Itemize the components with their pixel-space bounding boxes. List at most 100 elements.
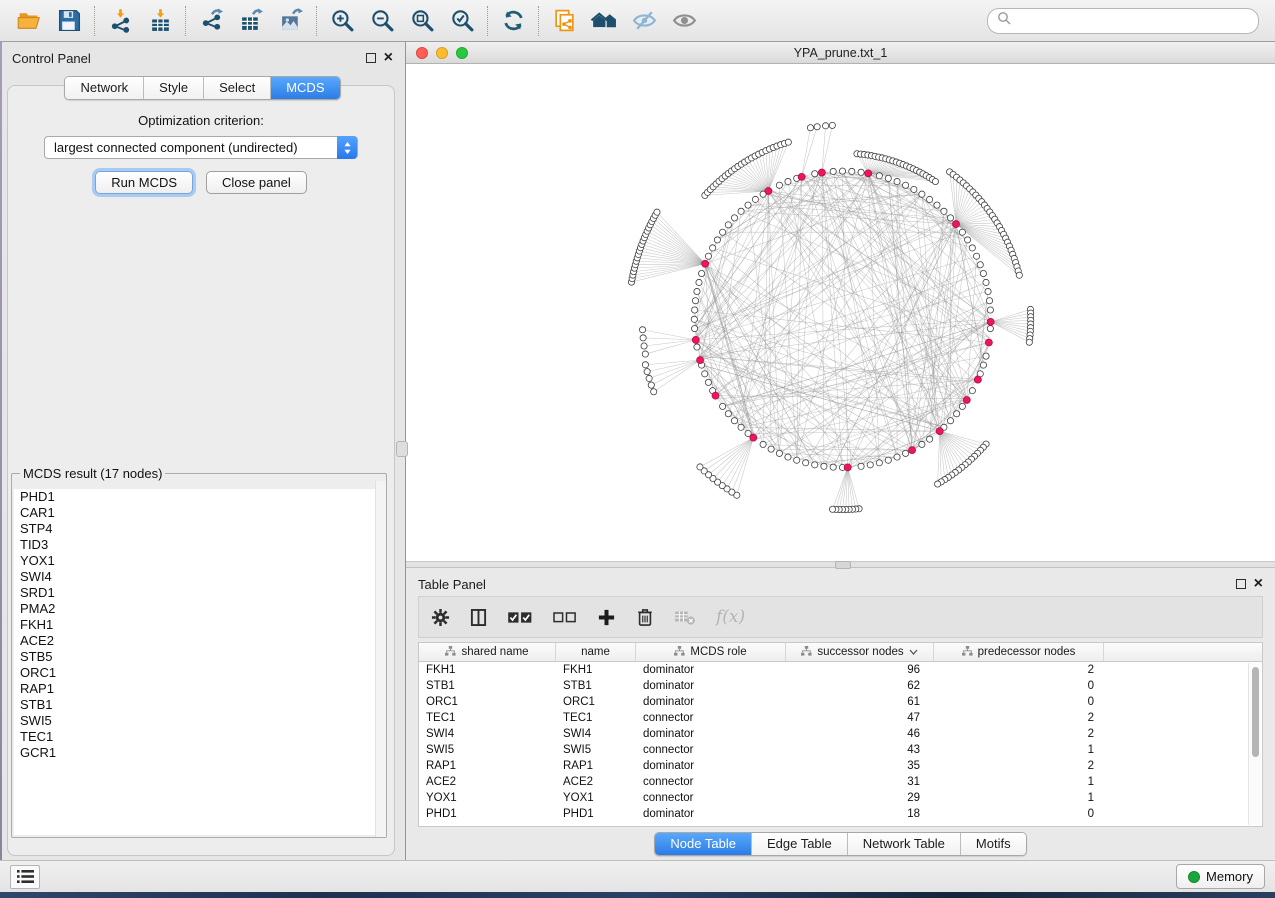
graph-node[interactable] xyxy=(959,230,965,236)
graph-node[interactable] xyxy=(692,326,698,332)
graph-node[interactable] xyxy=(776,451,782,457)
maximize-window-icon[interactable] xyxy=(456,47,468,59)
mcds-result-node[interactable]: TID3 xyxy=(14,537,384,553)
graph-node[interactable] xyxy=(947,215,953,221)
dominator-node[interactable] xyxy=(909,447,916,454)
graph-node[interactable] xyxy=(983,353,989,359)
graph-node[interactable] xyxy=(876,173,882,179)
graph-node[interactable] xyxy=(919,442,925,448)
graph-node[interactable] xyxy=(731,215,737,221)
graph-node[interactable] xyxy=(969,245,975,251)
graph-node[interactable] xyxy=(692,298,698,304)
memory-button[interactable]: Memory xyxy=(1176,864,1265,889)
tab-mcds[interactable]: MCDS xyxy=(270,77,339,99)
mcds-result-node[interactable]: SWI4 xyxy=(14,569,384,585)
leaf-node[interactable] xyxy=(644,369,650,375)
zoom-out-icon[interactable] xyxy=(367,7,397,35)
table-tab-node-table[interactable]: Node Table xyxy=(655,833,751,855)
export-network-icon[interactable] xyxy=(196,7,226,35)
dominator-node[interactable] xyxy=(974,376,981,383)
dominator-node[interactable] xyxy=(697,357,704,364)
dominator-node[interactable] xyxy=(953,221,960,228)
graph-node[interactable] xyxy=(698,271,704,277)
vertical-splitter-handle[interactable] xyxy=(396,441,408,457)
import-table-icon[interactable] xyxy=(145,7,175,35)
dominator-node[interactable] xyxy=(750,435,757,442)
mcds-result-node[interactable]: ORC1 xyxy=(14,665,384,681)
dominator-node[interactable] xyxy=(798,174,805,181)
mcds-result-node[interactable]: TEC1 xyxy=(14,729,384,745)
dominator-node[interactable] xyxy=(818,169,825,176)
leaf-node[interactable] xyxy=(648,382,654,388)
leaf-node[interactable] xyxy=(639,327,645,333)
graph-node[interactable] xyxy=(894,454,900,460)
close-window-icon[interactable] xyxy=(416,47,428,59)
search-input[interactable] xyxy=(1016,11,1258,31)
table-row[interactable]: ACE2ACE2connector311 xyxy=(419,774,1262,790)
graph-node[interactable] xyxy=(725,222,731,228)
table-scrollbar[interactable] xyxy=(1248,663,1261,825)
mcds-result-node[interactable]: SWI5 xyxy=(14,713,384,729)
graph-node[interactable] xyxy=(987,326,993,332)
table-row[interactable]: PHD1PHD1dominator180 xyxy=(419,806,1262,822)
graph-node[interactable] xyxy=(858,464,864,470)
mcds-result-scrollbar[interactable] xyxy=(375,481,386,837)
leaf-node[interactable] xyxy=(642,351,648,357)
mcds-result-node[interactable]: FKH1 xyxy=(14,617,384,633)
graph-node[interactable] xyxy=(760,442,766,448)
graph-node[interactable] xyxy=(919,192,925,198)
graph-node[interactable] xyxy=(947,418,953,424)
leaf-node[interactable] xyxy=(829,123,835,129)
search-box[interactable] xyxy=(987,8,1259,34)
column-header-MCDS-role[interactable]: MCDS role xyxy=(636,643,786,661)
graph-node[interactable] xyxy=(821,464,827,470)
leaf-node[interactable] xyxy=(932,179,938,185)
task-history-button[interactable] xyxy=(10,865,40,889)
graph-node[interactable] xyxy=(745,202,751,208)
close-panel-button[interactable]: Close panel xyxy=(206,171,307,194)
horizontal-splitter[interactable] xyxy=(406,561,1275,568)
dominator-node[interactable] xyxy=(936,428,943,435)
table-row[interactable]: SWI5SWI5connector431 xyxy=(419,742,1262,758)
dominator-node[interactable] xyxy=(987,319,994,326)
dominator-node[interactable] xyxy=(985,339,992,346)
leaf-node[interactable] xyxy=(646,376,652,382)
mcds-result-node[interactable]: SRD1 xyxy=(14,585,384,601)
graph-node[interactable] xyxy=(983,280,989,286)
mcds-result-node[interactable]: PMA2 xyxy=(14,601,384,617)
table-row[interactable]: FKH1FKH1dominator962 xyxy=(419,662,1262,678)
close-panel-icon[interactable]: × xyxy=(384,53,393,63)
leaf-node[interactable] xyxy=(640,335,646,341)
graph-node[interactable] xyxy=(973,254,979,260)
export-image-icon[interactable] xyxy=(276,7,306,35)
leaf-node[interactable] xyxy=(642,362,648,368)
table-settings-icon[interactable] xyxy=(431,608,450,627)
graph-node[interactable] xyxy=(785,454,791,460)
graph-node[interactable] xyxy=(830,464,836,470)
graph-node[interactable] xyxy=(977,262,983,268)
graph-node[interactable] xyxy=(926,436,932,442)
dominator-node[interactable] xyxy=(865,170,872,177)
graph-node[interactable] xyxy=(965,237,971,243)
dominator-node[interactable] xyxy=(844,464,851,471)
show-columns-icon[interactable] xyxy=(470,608,487,627)
graph-node[interactable] xyxy=(720,230,726,236)
graph-node[interactable] xyxy=(885,458,891,464)
graph-node[interactable] xyxy=(934,202,940,208)
graph-node[interactable] xyxy=(691,317,697,323)
table-row[interactable]: TEC1TEC1connector472 xyxy=(419,710,1262,726)
graph-node[interactable] xyxy=(902,451,908,457)
table-row[interactable]: SWI4SWI4dominator462 xyxy=(419,726,1262,742)
graph-node[interactable] xyxy=(696,280,702,286)
delete-columns-icon[interactable] xyxy=(636,607,654,627)
table-row[interactable]: STB1STB1dominator620 xyxy=(419,678,1262,694)
leaf-node[interactable] xyxy=(697,464,703,470)
leaf-node[interactable] xyxy=(651,389,657,395)
mcds-result-node[interactable]: GCR1 xyxy=(14,745,384,761)
float-table-panel-icon[interactable] xyxy=(1236,579,1246,589)
graph-node[interactable] xyxy=(738,209,744,215)
mcds-result-node[interactable]: RAP1 xyxy=(14,681,384,697)
mcds-result-node[interactable]: CAR1 xyxy=(14,505,384,521)
graph-node[interactable] xyxy=(705,254,711,260)
graph-node[interactable] xyxy=(731,418,737,424)
